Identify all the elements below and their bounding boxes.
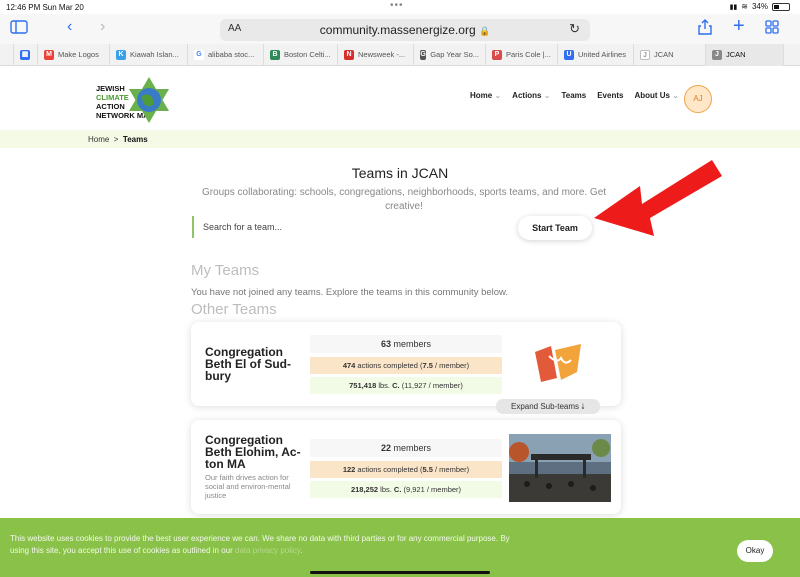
- chevron-down-icon: ⌄: [543, 91, 551, 100]
- new-tab-icon[interactable]: +: [733, 16, 745, 36]
- bookmark-item[interactable]: J JCAN: [634, 43, 706, 66]
- sidebar-icon[interactable]: [10, 20, 28, 39]
- cookie-banner: This website uses cookies to provide the…: [0, 518, 800, 577]
- bookmark-favicon: G: [194, 49, 204, 60]
- nav-actions[interactable]: Actions ⌄: [512, 91, 550, 100]
- tab-overview-icon[interactable]: [765, 20, 779, 39]
- team-search-input[interactable]: Search for a team...: [192, 216, 492, 238]
- team-card[interactable]: Congregation Beth El of Sud-bury 63 memb…: [191, 322, 621, 406]
- status-icons: ▮▮ ≋ 34%: [730, 2, 790, 11]
- bookmark-item[interactable]: M Make Logos: [38, 43, 110, 66]
- user-avatar[interactable]: AJ: [684, 85, 712, 113]
- breadcrumb-separator: >: [113, 135, 119, 144]
- bookmark-favicon: U: [564, 49, 574, 60]
- nav-home[interactable]: Home ⌄: [470, 91, 501, 100]
- back-icon[interactable]: ‹: [67, 18, 72, 36]
- bookmarks-bar: ▦ M Make Logos K Kiawah Islan... Galibaba …: [0, 43, 800, 66]
- expand-sub-teams-button[interactable]: Expand Sub-teams ⭣: [496, 399, 600, 414]
- bookmark-item[interactable]: N Newsweek -...: [338, 43, 414, 66]
- bookmark-favicon: G: [420, 49, 427, 60]
- nav-teams[interactable]: Teams: [561, 91, 586, 100]
- other-teams-heading: Other Teams: [191, 301, 277, 318]
- lock-icon: 🔒: [478, 26, 491, 36]
- browser-toolbar: ‹ › AA community.massenergize.org 🔒 ↻ +: [0, 14, 800, 44]
- bookmark-item-active[interactable]: J JCAN: [706, 43, 784, 66]
- home-indicator[interactable]: [310, 571, 490, 574]
- bookmark-reading-icon[interactable]: ▦: [14, 43, 38, 66]
- no-teams-message: You have not joined any teams. Explore t…: [191, 287, 509, 298]
- share-icon[interactable]: [698, 19, 712, 40]
- bookmark-item[interactable]: G Gap Year So...: [414, 43, 486, 66]
- bookmark-item[interactable]: K Kiawah Islan...: [110, 43, 188, 66]
- status-time: 12:46 PM Sun Mar 20: [6, 3, 84, 12]
- battery-icon: [772, 2, 790, 11]
- my-teams-heading: My Teams: [191, 262, 260, 279]
- signal-icon: ▮▮: [729, 3, 738, 11]
- bookmark-favicon: N: [344, 49, 354, 60]
- nav-events[interactable]: Events: [597, 91, 623, 100]
- team-carbon-stat: 218,252 lbs. C. (9,921 / member): [310, 481, 502, 498]
- battery-percent: 34%: [751, 2, 768, 11]
- bookmark-favicon: J: [640, 49, 650, 60]
- cookie-message: This website uses cookies to provide the…: [10, 534, 510, 555]
- main-nav: Home ⌄ Actions ⌄ Teams Events About Us ⌄: [470, 91, 679, 100]
- team-actions-stat: 122 actions completed (5.5 / member): [310, 461, 502, 478]
- cookie-okay-button[interactable]: Okay: [737, 540, 773, 562]
- bookmark-item[interactable]: Galibaba stoc...: [188, 43, 264, 66]
- address-bar[interactable]: AA community.massenergize.org 🔒 ↻: [220, 19, 590, 41]
- team-logo-hands-icon: [535, 344, 581, 382]
- multitask-dots-icon[interactable]: •••: [390, 0, 404, 11]
- bookmark-favicon: M: [44, 49, 54, 60]
- team-description: Our faith drives action for social and e…: [205, 473, 291, 500]
- bookmark-favicon: B: [270, 49, 280, 60]
- breadcrumb-home[interactable]: Home: [88, 135, 109, 144]
- forward-icon[interactable]: ›: [100, 18, 105, 36]
- bookmarks-spacer: [0, 43, 14, 66]
- bookmark-favicon: J: [712, 49, 722, 60]
- privacy-policy-link[interactable]: data privacy policy: [235, 546, 300, 555]
- team-members-stat: 22 members: [310, 439, 502, 457]
- team-photo-image: [509, 434, 611, 502]
- nav-about-us[interactable]: About Us ⌄: [634, 91, 679, 100]
- url-text: community.massenergize.org 🔒: [319, 23, 491, 37]
- bookmark-item[interactable]: B Boston Celti...: [264, 43, 338, 66]
- team-actions-stat: 474 actions completed (7.5 / member): [310, 357, 502, 374]
- page-subtitle: Groups collaborating: schools, congregat…: [201, 187, 607, 212]
- breadcrumb-current: Teams: [122, 135, 148, 144]
- bookmark-favicon: K: [116, 49, 126, 60]
- team-card[interactable]: Congregation Beth Elohim, Ac-ton MA Our …: [191, 420, 621, 514]
- chevron-down-icon: ⌄: [672, 91, 679, 100]
- team-carbon-stat: 751,418 lbs. C. (11,927 / member): [310, 377, 502, 394]
- star-globe-logo-icon[interactable]: [124, 75, 174, 125]
- team-name[interactable]: Congregation Beth El of Sud-bury: [205, 346, 301, 382]
- wifi-icon: ≋: [741, 2, 748, 11]
- start-team-button[interactable]: Start Team: [518, 216, 592, 240]
- chevron-down-icon: ⌄: [494, 91, 502, 100]
- team-members-stat: 63 members: [310, 335, 502, 353]
- red-arrow-annotation-icon: [594, 160, 722, 236]
- bookmark-favicon: P: [492, 49, 502, 60]
- reload-icon[interactable]: ↻: [569, 21, 580, 37]
- status-bar: 12:46 PM Sun Mar 20 ••• ▮▮ ≋ 34%: [0, 0, 800, 14]
- bookmark-item[interactable]: U United Airlines: [558, 43, 634, 66]
- team-name[interactable]: Congregation Beth Elohim, Ac-ton MA: [205, 434, 309, 470]
- bookmark-item[interactable]: P Paris Cole |...: [486, 43, 558, 66]
- breadcrumb: Home > Teams: [0, 130, 800, 148]
